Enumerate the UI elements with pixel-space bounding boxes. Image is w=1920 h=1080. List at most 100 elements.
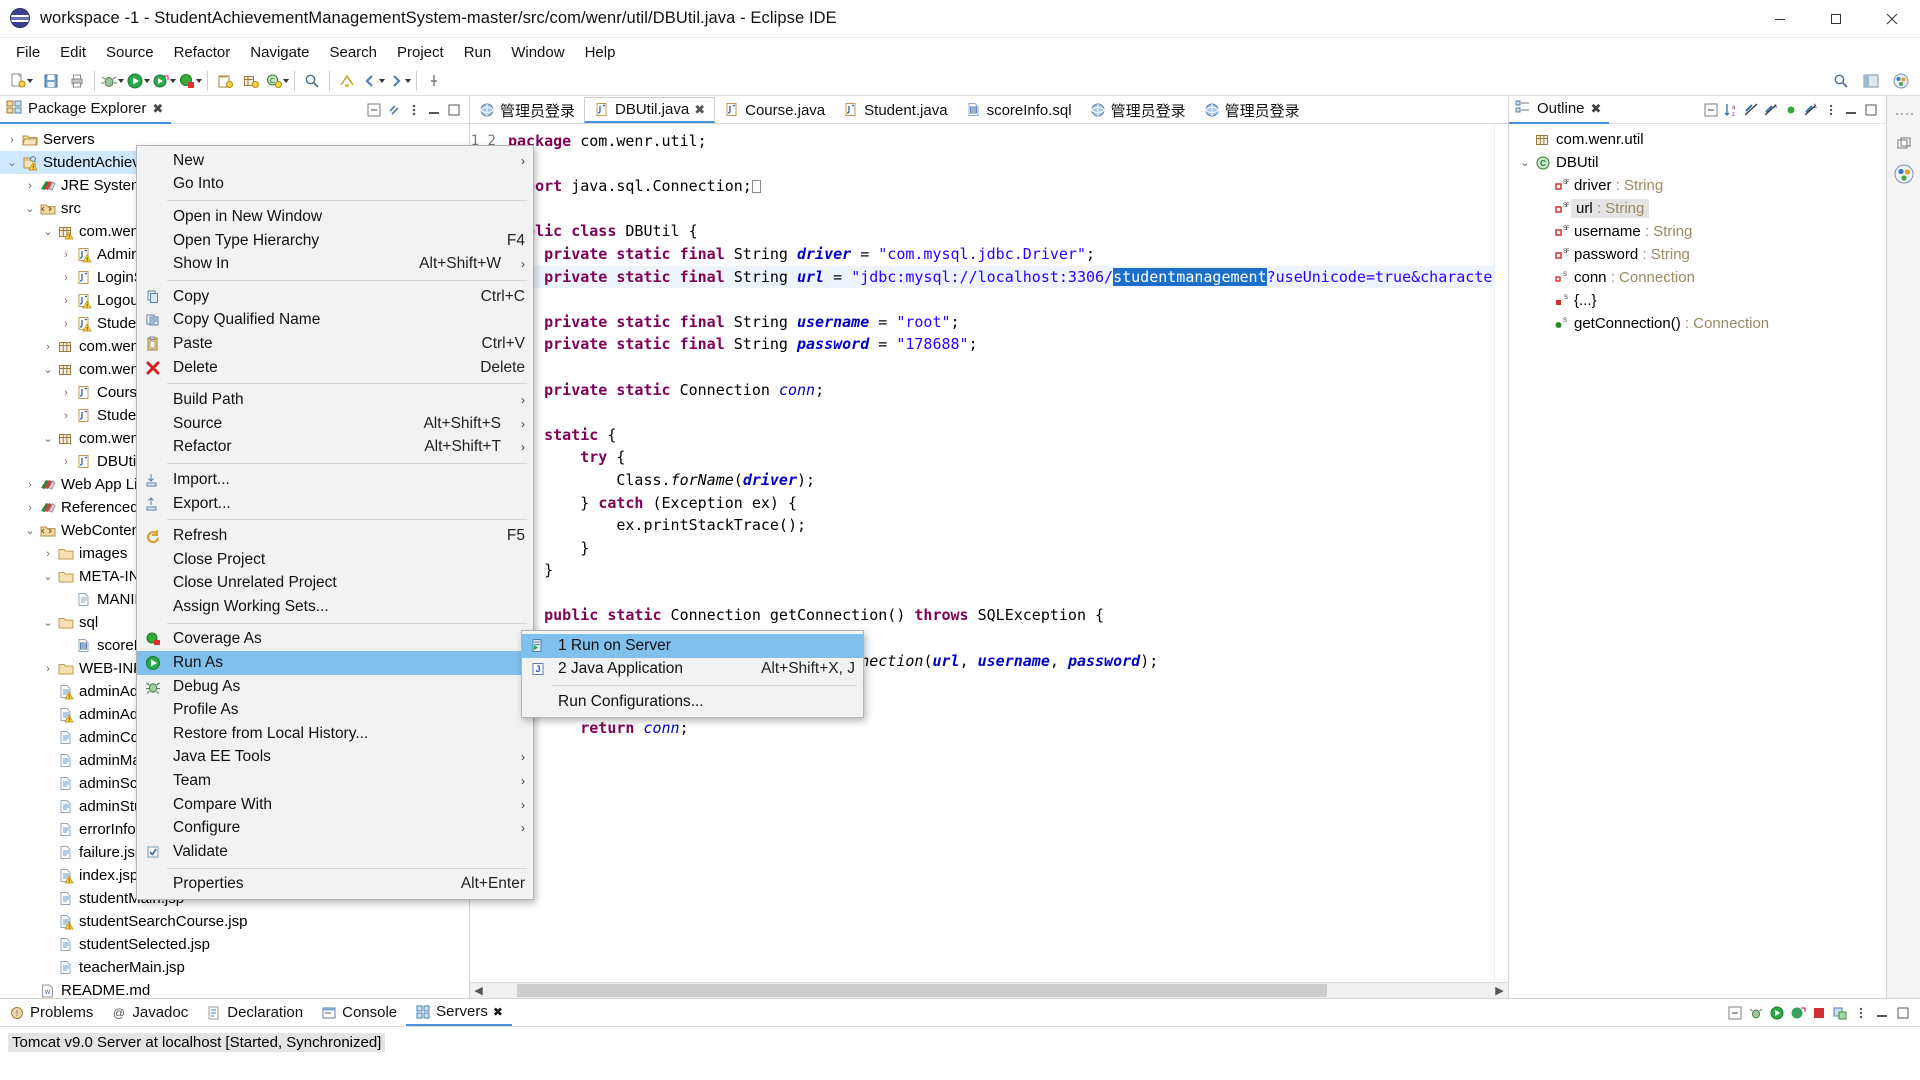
menu-search[interactable]: Search (319, 41, 387, 64)
chevron-down-icon[interactable]: ⌄ (40, 432, 56, 445)
context-menu-item[interactable]: Properties Alt+Enter (137, 873, 533, 897)
outline-item[interactable]: S F url : String (1509, 197, 1886, 220)
minimize-view-icon[interactable] (1842, 101, 1860, 119)
minimize-view-icon[interactable] (425, 101, 443, 119)
sort-icon[interactable]: az (1722, 101, 1740, 119)
chevron-right-icon[interactable]: › (4, 134, 20, 146)
hide-local-icon[interactable]: L (1802, 101, 1820, 119)
collapse-all-icon[interactable] (1702, 101, 1720, 119)
context-menu-item[interactable]: Show In Alt+Shift+W › (137, 252, 533, 276)
menu-window[interactable]: Window (501, 41, 574, 64)
back-icon[interactable] (360, 69, 386, 93)
server-row[interactable]: Tomcat v9.0 Server at localhost [Started… (8, 1033, 386, 1052)
bottom-tab[interactable]: Servers ✖ (406, 1000, 512, 1026)
maximize-button[interactable] (1808, 0, 1864, 38)
view-menu-icon[interactable] (1852, 1004, 1870, 1022)
scroll-thumb[interactable] (517, 983, 1327, 997)
chevron-down-icon[interactable]: ⌄ (22, 524, 38, 537)
context-menu-item[interactable]: Refresh F5 (137, 524, 533, 548)
collapse-all-icon[interactable] (1726, 1004, 1744, 1022)
debug-icon[interactable] (99, 69, 125, 93)
context-menu-item[interactable]: Refactor Alt+Shift+T › (137, 436, 533, 460)
tab-package-explorer[interactable]: Package Explorer ✖ (0, 96, 172, 124)
context-menu-item[interactable]: Export... (137, 492, 533, 516)
chevron-right-icon[interactable]: › (58, 249, 74, 261)
chevron-down-icon[interactable]: ⌄ (40, 225, 56, 238)
publish-server-icon[interactable] (1831, 1004, 1849, 1022)
context-menu-item[interactable]: Restore from Local History... (137, 722, 533, 746)
chevron-down-icon[interactable]: ⌄ (22, 202, 38, 215)
context-menu-item[interactable]: Configure › (137, 816, 533, 840)
outline-item[interactable]: SgetConnection() : Connection (1509, 312, 1886, 335)
project-context-menu[interactable]: New › Go Into Open in New Window Open Type H… (136, 145, 534, 901)
context-menu-item[interactable]: Run As› (137, 651, 533, 675)
new-java-project-icon[interactable] (212, 69, 238, 93)
last-edit-location-icon[interactable] (334, 69, 360, 93)
submenu-item[interactable]: 1 Run on Server (522, 634, 863, 658)
tree-item[interactable]: w README.md (0, 979, 469, 998)
editor-tab[interactable]: DBUtil.java ✖ (584, 97, 716, 123)
bottom-tab[interactable]: @ Javadoc (102, 1000, 197, 1026)
coverage-icon[interactable] (177, 69, 203, 93)
pin-editor-icon[interactable] (421, 69, 447, 93)
editor-tab[interactable]: 管理员登录 (470, 97, 584, 123)
chevron-down-icon[interactable]: ⌄ (40, 570, 56, 583)
context-menu-item[interactable]: Open Type Hierarchy F4 (137, 229, 533, 253)
editor-tab[interactable]: Course.java (715, 97, 834, 123)
menu-file[interactable]: File (6, 41, 50, 64)
context-menu-item[interactable]: Team › (137, 769, 533, 793)
outline-tree[interactable]: com.wenr.util ⌄ C DBUtil S Fdriver : String S F… (1509, 124, 1886, 998)
code-text[interactable]: package com.wenr.util; import java.sql.C… (502, 124, 1508, 982)
bottom-tab[interactable]: Declaration (197, 1000, 312, 1026)
submenu-item[interactable]: J 2 Java Application Alt+Shift+X, J (522, 658, 863, 682)
forward-icon[interactable] (386, 69, 412, 93)
context-menu-item[interactable]: Validate (137, 840, 533, 864)
profile-server-icon[interactable] (1789, 1004, 1807, 1022)
context-menu-item[interactable]: Assign Working Sets... (137, 595, 533, 619)
context-menu-item[interactable]: Import... (137, 468, 533, 492)
editor-horizontal-scrollbar[interactable]: ◀ ▶ (470, 982, 1508, 998)
print-icon[interactable] (64, 69, 90, 93)
editor-tab[interactable]: scoreInfo.sql (957, 97, 1081, 123)
start-server-icon[interactable] (1768, 1004, 1786, 1022)
tree-item[interactable]: studentSearchCourse.jsp (0, 910, 469, 933)
run-as-submenu[interactable]: 1 Run on Server J 2 Java Application Alt+Sh… (521, 630, 864, 718)
open-perspective-icon[interactable] (1858, 69, 1884, 93)
chevron-right-icon[interactable]: › (40, 663, 56, 675)
close-icon[interactable]: ✖ (152, 101, 163, 117)
hide-nonpublic-icon[interactable] (1782, 101, 1800, 119)
run-icon[interactable] (125, 69, 151, 93)
bottom-tab[interactable]: ! Problems (0, 1000, 102, 1026)
overview-ruler[interactable] (1494, 124, 1508, 982)
context-menu-item[interactable]: Copy Qualified Name (137, 309, 533, 333)
restore-view-icon[interactable] (1892, 132, 1916, 156)
tab-outline[interactable]: Outline ✖ (1509, 96, 1610, 124)
scroll-right-icon[interactable]: ▶ (1491, 984, 1508, 997)
chevron-right-icon[interactable]: › (58, 456, 74, 468)
context-menu-item[interactable]: Debug As› (137, 675, 533, 699)
maximize-view-icon[interactable] (445, 101, 463, 119)
editor-tab[interactable]: 管理员登录 (1081, 97, 1195, 123)
menu-source[interactable]: Source (96, 41, 164, 64)
outline-item[interactable]: ⌄ C DBUtil (1509, 151, 1886, 174)
hide-static-icon[interactable]: s (1762, 101, 1780, 119)
context-menu-item[interactable]: Copy Ctrl+C (137, 285, 533, 309)
chevron-right-icon[interactable]: › (58, 410, 74, 422)
scroll-track[interactable] (487, 983, 1491, 998)
chevron-right-icon[interactable]: › (58, 318, 74, 330)
chevron-right-icon[interactable]: › (22, 502, 38, 514)
context-menu-item[interactable]: Open in New Window (137, 205, 533, 229)
search-toolbar-icon[interactable] (299, 69, 325, 93)
outline-item[interactable]: S Fpassword : String (1509, 243, 1886, 266)
submenu-item[interactable]: Run Configurations... (522, 690, 863, 714)
context-menu-item[interactable]: Go Into (137, 173, 533, 197)
new-wizard-icon[interactable] (4, 69, 38, 93)
menu-project[interactable]: Project (387, 41, 454, 64)
context-menu-item[interactable]: Java EE Tools › (137, 746, 533, 770)
menu-refactor[interactable]: Refactor (164, 41, 241, 64)
chevron-right-icon[interactable]: › (40, 341, 56, 353)
chevron-down-icon[interactable]: ⌄ (40, 616, 56, 629)
close-icon[interactable]: ✖ (1591, 101, 1602, 117)
bottom-tab[interactable]: Console (312, 1000, 406, 1026)
collapse-all-icon[interactable] (365, 101, 383, 119)
